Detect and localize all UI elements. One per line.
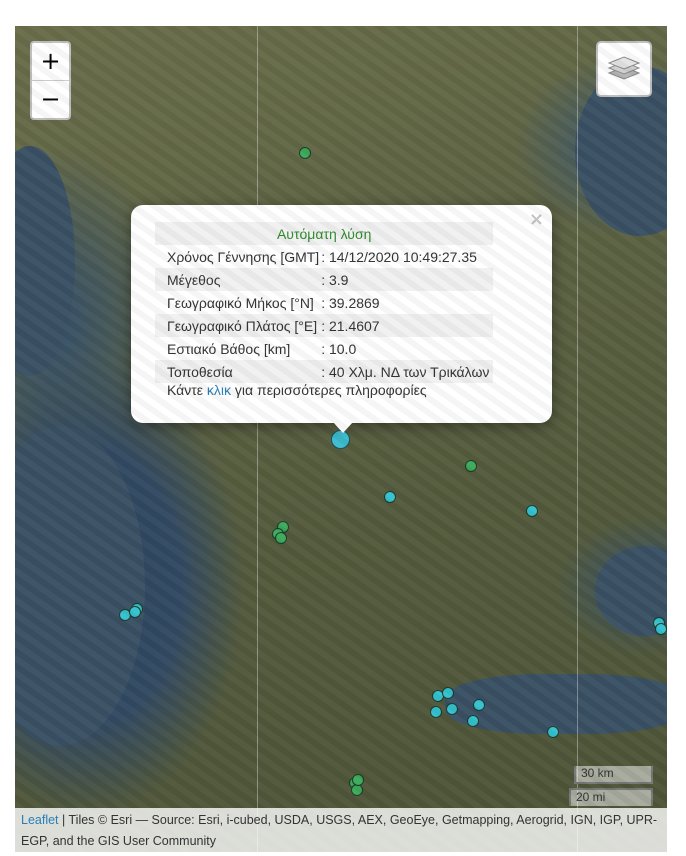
earthquake-marker[interactable]: [446, 703, 458, 715]
info-value: : 21.4607: [319, 314, 494, 337]
more-info-text: Κάντε κλικ για περισσότερες πληροφορίες: [167, 382, 427, 398]
earthquake-marker[interactable]: [465, 460, 477, 472]
layers-icon: [607, 56, 641, 80]
earthquake-marker[interactable]: [467, 715, 479, 727]
earthquake-marker[interactable]: [129, 606, 141, 618]
scale-bar-km: 30 km: [574, 766, 653, 784]
info-value: : 14/12/2020 10:49:27.35: [321, 248, 477, 265]
info-value: : 39.2869: [321, 294, 380, 311]
scale-bar-mi: 20 mi: [569, 788, 653, 806]
leaflet-link[interactable]: Leaflet: [21, 813, 59, 827]
earthquake-popup: × Αυτόματη λύση Χρόνος Γέννησης [GMT]: 1…: [131, 205, 552, 423]
earthquake-marker[interactable]: [352, 774, 364, 786]
info-label: Μέγεθος: [155, 268, 320, 291]
info-value: : 10.0: [321, 340, 357, 357]
satellite-map[interactable]: + − × Αυτόματη λύση Χρόνος Γέννησης [GMT…: [15, 26, 667, 852]
earthquake-marker[interactable]: [526, 505, 538, 517]
info-label: Τοποθεσία: [155, 360, 320, 383]
info-label: Γεωγραφικό Πλάτος [°E]: [155, 314, 320, 337]
earthquake-marker[interactable]: [430, 706, 442, 718]
zoom-out-button[interactable]: −: [32, 80, 69, 118]
attribution-text: | Tiles © Esri — Source: Esri, i-cubed, …: [21, 813, 658, 848]
graticule-line: [577, 26, 578, 852]
earthquake-info-table: Αυτόματη λύση Χρόνος Γέννησης [GMT]: 14/…: [155, 222, 494, 383]
earthquake-marker[interactable]: [275, 532, 287, 544]
info-label: Χρόνος Γέννησης [GMT]: [167, 248, 320, 265]
info-value: : 40 Χλμ. ΝΔ των Τρικάλων: [319, 360, 494, 383]
ionian-sea-area: [15, 426, 145, 746]
more-info-link[interactable]: κλικ: [207, 382, 231, 398]
popup-tip: [333, 422, 353, 433]
zoom-control: + −: [30, 41, 71, 120]
popup-close-button[interactable]: ×: [529, 209, 544, 230]
graticule-line: [257, 26, 258, 852]
layers-control-button[interactable]: [596, 41, 652, 97]
sea-area-west: [15, 146, 75, 376]
info-value: : 3.9: [319, 268, 494, 291]
earthquake-marker[interactable]: [442, 687, 454, 699]
earthquake-marker[interactable]: [299, 147, 311, 159]
popup-heading: Αυτόματη λύση: [155, 222, 494, 245]
earthquake-marker[interactable]: [655, 623, 667, 635]
info-label: Εστιακό Βάθος [km]: [167, 340, 291, 357]
zoom-in-button[interactable]: +: [32, 43, 69, 80]
map-attribution: Leaflet | Tiles © Esri — Source: Esri, i…: [15, 808, 667, 852]
earthquake-marker[interactable]: [547, 726, 559, 738]
more-info-prefix: Κάντε: [167, 382, 207, 398]
earthquake-marker[interactable]: [384, 491, 396, 503]
more-info-suffix: για περισσότερες πληροφορίες: [231, 382, 427, 398]
earthquake-marker[interactable]: [473, 699, 485, 711]
info-label: Γεωγραφικό Μήκος [°N]: [167, 294, 314, 311]
